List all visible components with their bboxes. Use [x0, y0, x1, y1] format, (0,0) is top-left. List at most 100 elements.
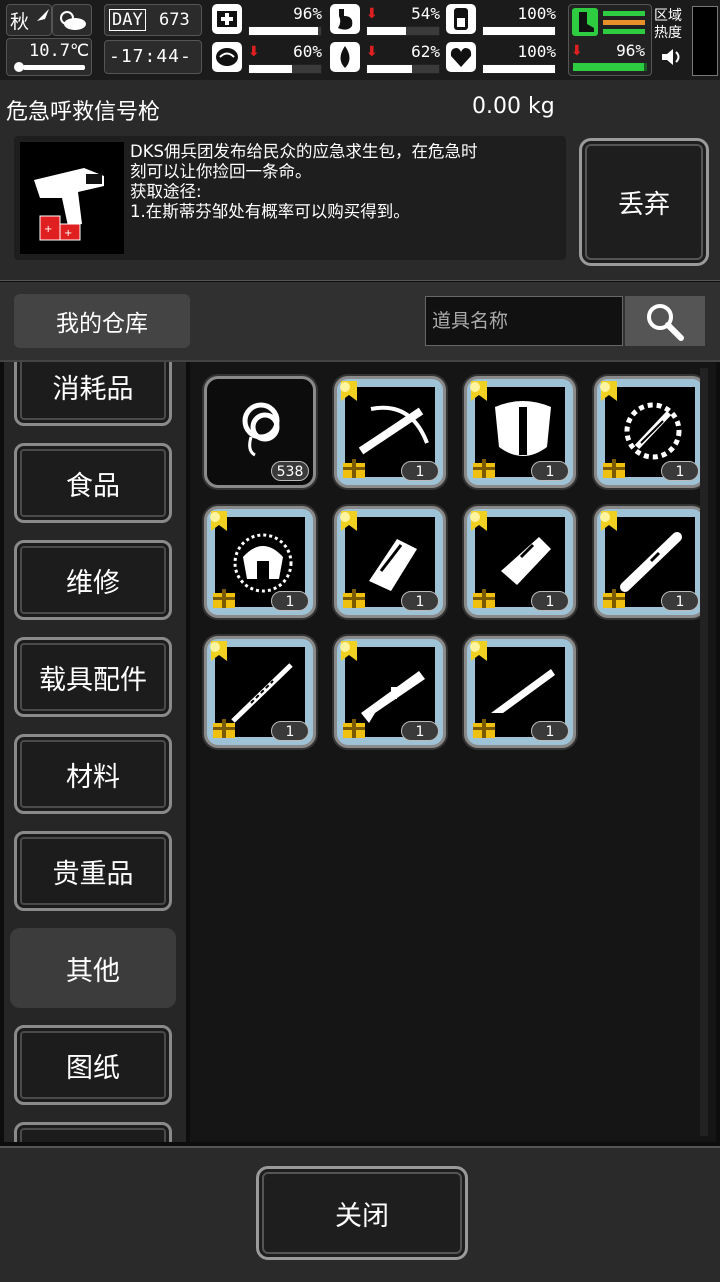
gift-icon	[213, 589, 235, 608]
mental-value: 60%	[293, 42, 322, 61]
inventory-slot[interactable]: 1	[464, 376, 576, 488]
inventory-slot[interactable]: 1	[204, 506, 316, 618]
item-count: 1	[661, 461, 699, 481]
gift-icon	[473, 459, 495, 478]
category-6[interactable]: 贵重品	[14, 831, 172, 911]
inventory-slot[interactable]: 1	[334, 506, 446, 618]
gift-icon	[343, 459, 365, 478]
stamina-value: 96%	[616, 41, 645, 60]
item-count: 1	[401, 721, 439, 741]
status-bar: 秋 10.7℃ DAY 673 -17:44- 96% ⬇ 54% 100% ⬇ 60% ⬇…	[0, 0, 720, 80]
stamina-line-3	[603, 29, 645, 34]
star-badge-icon	[340, 641, 357, 661]
category-4[interactable]: 载具配件	[14, 637, 172, 717]
hunger-bar	[366, 26, 440, 36]
category-3[interactable]: 维修	[14, 540, 172, 620]
grid-scrollbar[interactable]	[700, 368, 708, 1136]
inventory-slot[interactable]: 1	[204, 636, 316, 748]
category-2[interactable]: 食品	[14, 443, 172, 523]
gift-icon	[343, 719, 365, 738]
star-badge-icon	[340, 511, 357, 531]
speaker-icon[interactable]	[660, 46, 684, 68]
item-count: 1	[661, 591, 699, 611]
item-weight: 0.00 kg	[472, 94, 555, 119]
stamina-bar	[573, 63, 647, 71]
health-value: 96%	[293, 4, 322, 23]
clock-time: -17:44-	[109, 46, 192, 67]
inventory-slot[interactable]: 1	[464, 636, 576, 748]
description-line: 刻可以让你捡回一条命。	[130, 162, 312, 181]
category-1[interactable]: 消耗品	[14, 362, 172, 426]
item-count: 1	[271, 721, 309, 741]
star-badge-icon	[340, 381, 357, 401]
inventory-slot[interactable]: 1	[334, 636, 446, 748]
temperature-value: 10.7℃	[29, 41, 90, 61]
star-badge-icon	[470, 381, 487, 401]
inventory-slot[interactable]: 1	[594, 376, 706, 488]
battery-icon	[446, 4, 476, 34]
category-8[interactable]: 图纸	[14, 1025, 172, 1105]
item-count: 1	[401, 461, 439, 481]
category-sidebar[interactable]: 消耗品食品维修载具配件材料贵重品其他图纸	[4, 362, 186, 1142]
stamina-line-2	[603, 20, 645, 25]
boot-icon	[572, 8, 598, 36]
water-drop-icon	[330, 42, 360, 72]
search-button[interactable]	[625, 296, 705, 346]
star-badge-icon	[600, 381, 617, 401]
svg-text:+: +	[44, 224, 52, 235]
star-badge-icon	[470, 511, 487, 531]
leaf-icon	[37, 9, 49, 21]
season-label: 秋	[10, 11, 30, 33]
star-badge-icon	[210, 641, 227, 661]
discard-button[interactable]: 丢弃	[579, 138, 709, 266]
day-counter: DAY 673	[104, 4, 202, 36]
gift-icon	[343, 589, 365, 608]
stamina-box: ⬇ 96%	[568, 4, 652, 76]
temperature-box: 10.7℃	[6, 38, 92, 76]
description-line: 获取途径:	[130, 182, 202, 201]
search-input[interactable]	[425, 296, 623, 346]
item-count: 1	[531, 461, 569, 481]
day-number: 673	[159, 10, 190, 30]
category-5[interactable]: 材料	[14, 734, 172, 814]
hunger-value: 54%	[411, 4, 440, 23]
description-line: DKS佣兵团发布给民众的应急求生包，在危急时	[130, 142, 478, 161]
zone-heat-meter	[692, 6, 718, 76]
season-box: 秋	[6, 4, 52, 36]
flare-gun-icon: + +	[20, 142, 124, 254]
energy-bar	[482, 26, 556, 36]
item-count: 538	[271, 461, 309, 481]
health-bar	[248, 26, 322, 36]
gift-icon	[603, 589, 625, 608]
clock: -17:44-	[104, 40, 202, 74]
thirst-value: 62%	[411, 42, 440, 61]
gift-icon	[213, 719, 235, 738]
item-count: 1	[271, 591, 309, 611]
stamina-line-1	[603, 11, 645, 16]
svg-text:+: +	[64, 228, 72, 239]
zone-heat-label: 区域热度	[654, 8, 682, 41]
inventory-slot[interactable]: 1	[334, 376, 446, 488]
mental-bar	[248, 64, 322, 74]
medkit-icon	[212, 4, 242, 34]
item-count: 1	[531, 721, 569, 741]
star-badge-icon	[210, 511, 227, 531]
item-description: DKS佣兵团发布给民众的应急求生包，在危急时 刻可以让你捡回一条命。 获取途径:…	[130, 142, 560, 222]
stamina-down-arrow: ⬇	[571, 43, 583, 59]
item-count: 1	[531, 591, 569, 611]
category-7[interactable]: 其他	[10, 928, 176, 1008]
inventory-slot[interactable]: 1	[594, 506, 706, 618]
inventory-grid: 538 1 1 1 1 1 1 1 1 1 1	[190, 362, 716, 1142]
item-name: 危急呼救信号枪	[6, 100, 161, 125]
star-badge-icon	[470, 641, 487, 661]
brain-icon	[212, 42, 242, 72]
temperature-bar	[23, 65, 85, 70]
stomach-icon	[330, 4, 360, 34]
close-button[interactable]: 关闭	[256, 1166, 468, 1260]
inventory-slot[interactable]: 538	[204, 376, 316, 488]
gift-icon	[603, 459, 625, 478]
category-partial[interactable]	[14, 1122, 172, 1142]
mood-value: 100%	[517, 42, 556, 61]
search-icon	[647, 304, 684, 341]
inventory-slot[interactable]: 1	[464, 506, 576, 618]
